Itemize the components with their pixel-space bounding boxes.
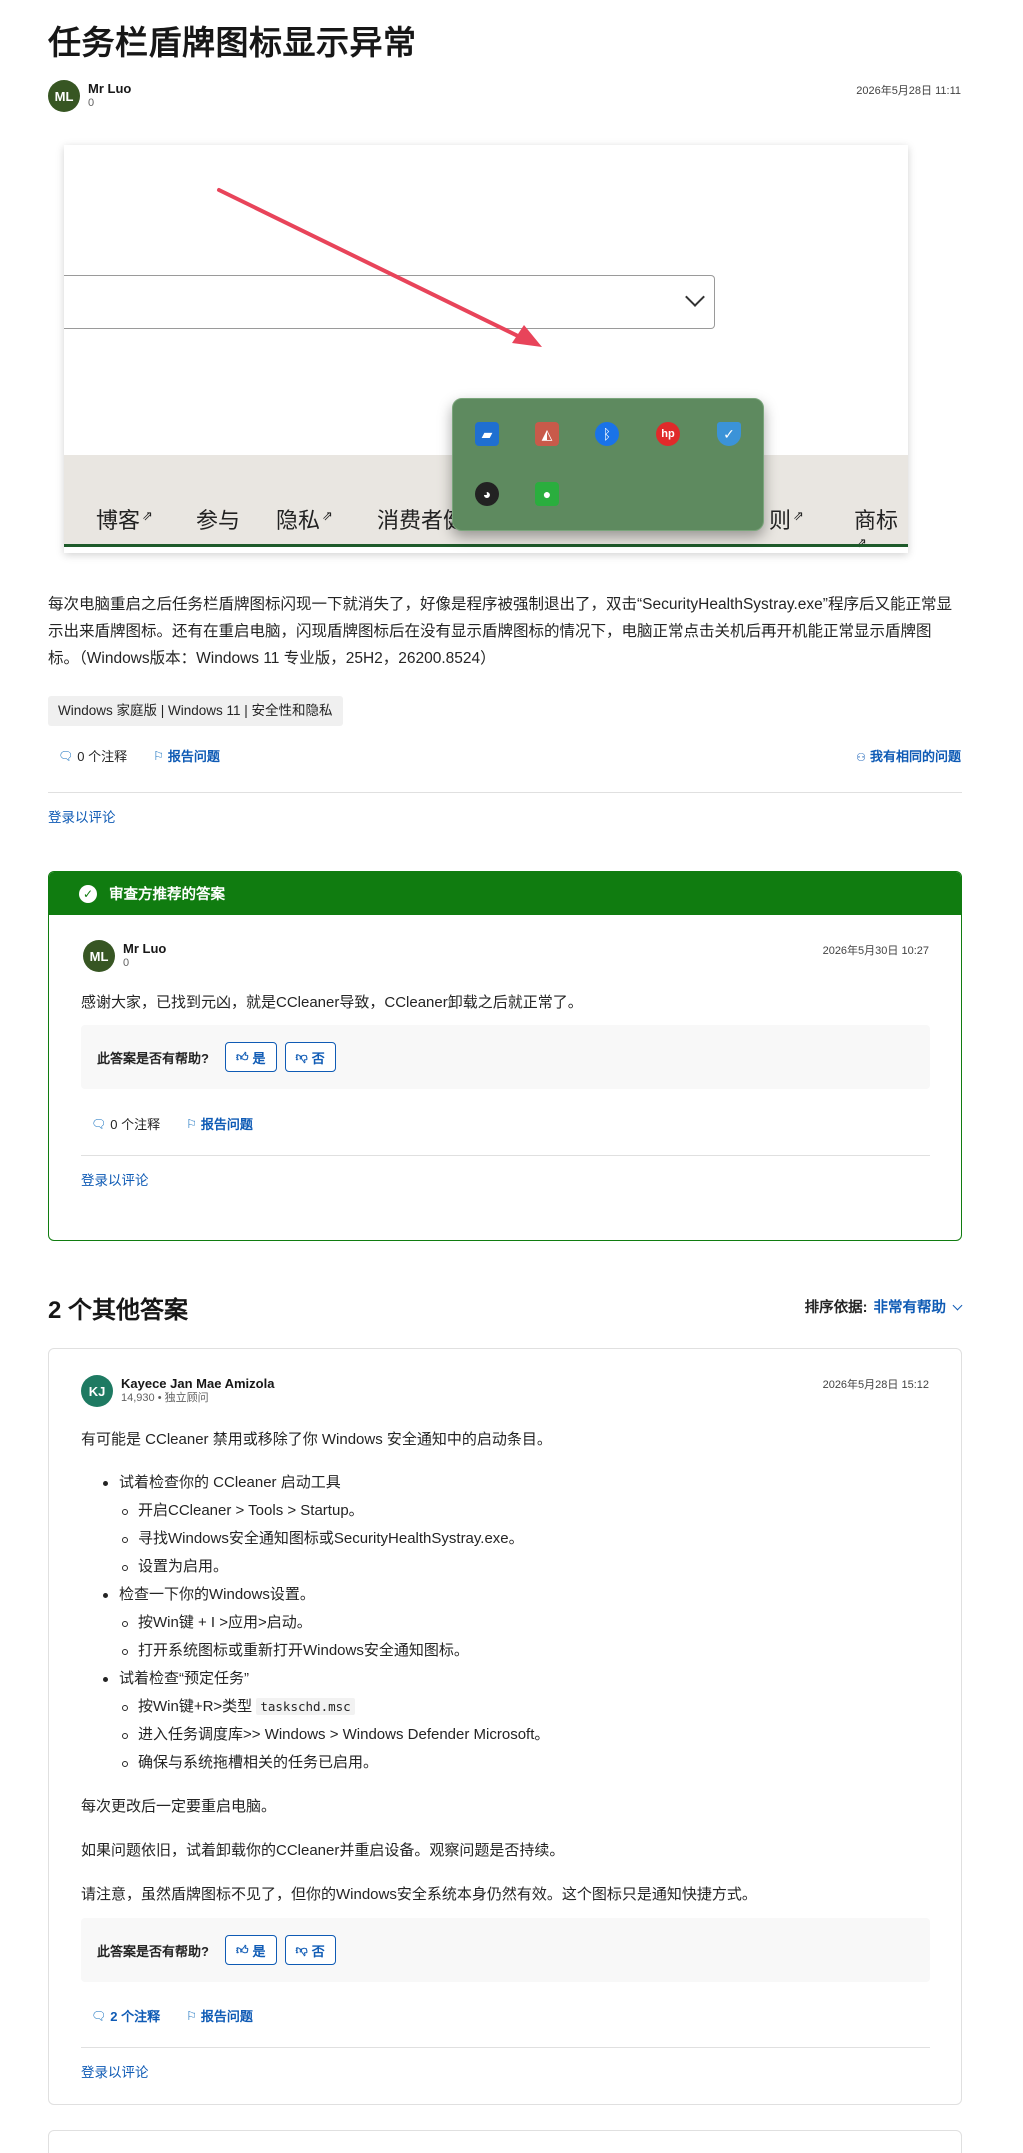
no-button[interactable]: 👎︎ 否 — [284, 1935, 336, 1965]
answer-card — [48, 2130, 962, 2153]
accepted-header: ✓ 审查方推荐的答案 — [49, 872, 961, 915]
comment-icon: 🗨 — [58, 748, 74, 763]
page-title: 任务栏盾牌图标显示异常 — [48, 24, 417, 61]
code-snippet: taskschd.msc — [256, 1698, 355, 1715]
no-button[interactable]: 👎︎ 否 — [284, 1042, 336, 1072]
answer-author: KJ Kayece Jan Mae Amizola 14,930 • 独立顾问 — [81, 1375, 274, 1407]
list-item: 确保与系统拖槽相关的任务已启用。 — [121, 1752, 378, 1774]
list-item: 开启CCleaner > Tools > Startup。 — [122, 1500, 364, 1522]
divider — [81, 1155, 930, 1156]
answer-actions: 🗨 0 个注释 ⚐ 报告问题 — [91, 1114, 279, 1133]
divider — [48, 792, 962, 793]
question-actions: 🗨 0 个注释 ⚐ 报告问题 — [58, 746, 246, 765]
list-item: 进入任务调度库>> Windows > Windows Defender Mic… — [121, 1724, 549, 1746]
sort-dropdown[interactable]: 排序依据: 非常有帮助 — [805, 1296, 963, 1317]
thumbs-down-icon: 👎︎ — [295, 1942, 308, 1957]
comments-button[interactable]: 🗨 2 个注释 — [91, 2006, 160, 2025]
author-reputation: 0 — [88, 97, 95, 109]
divider — [81, 2047, 930, 2048]
other-answers-title: 2 个其他答案 — [48, 1297, 189, 1324]
report-button[interactable]: ⚐ 报告问题 — [186, 2006, 253, 2025]
avatar[interactable]: ML — [83, 940, 115, 972]
question-tag[interactable]: Windows 家庭版 | Windows 11 | 安全性和隐私 — [48, 696, 343, 726]
list-item: 检查一下你的Windows设置。 — [103, 1584, 315, 1606]
comments-button[interactable]: 🗨 0 个注释 — [91, 1114, 160, 1133]
avatar[interactable]: ML — [48, 80, 80, 112]
helpful-question: 此答案是否有帮助? — [97, 1943, 209, 1959]
thumbs-down-icon: 👎︎ — [295, 1049, 308, 1064]
report-button[interactable]: ⚐ 报告问题 — [186, 1114, 253, 1133]
answer-paragraph: 每次更改后一定要重启电脑。 — [81, 1798, 277, 1815]
signin-link[interactable]: 登录以评论 — [48, 806, 116, 826]
answer-body: 感谢大家，已找到元凶，就是CCleaner导致，CCleaner卸载之后就正常了… — [81, 994, 583, 1011]
author-reputation: 0 — [123, 957, 130, 969]
helpful-panel: 此答案是否有帮助? 👍︎ 是 👎︎ 否 — [81, 1025, 930, 1089]
check-icon: ✓ — [79, 884, 97, 903]
answer-actions: 🗨 2 个注释 ⚐ 报告问题 — [91, 2006, 279, 2025]
signin-link[interactable]: 登录以评论 — [81, 2061, 149, 2081]
chevron-down-icon — [952, 1300, 963, 1311]
question-date: 2026年5月28日 11:11 — [856, 85, 961, 97]
signin-link[interactable]: 登录以评论 — [81, 1169, 149, 1189]
list-item: 按Win键+R>类型 taskschd.msc — [122, 1696, 355, 1718]
flag-icon: ⚐ — [186, 1116, 197, 1131]
question-author: ML Mr Luo 0 — [48, 80, 131, 112]
report-button[interactable]: ⚐ 报告问题 — [153, 746, 220, 765]
yes-button[interactable]: 👍︎ 是 — [224, 1935, 277, 1965]
comment-icon: 🗨 — [91, 1116, 107, 1131]
comments-button[interactable]: 🗨 0 个注释 — [58, 746, 127, 765]
thumbs-up-icon: 👍︎ — [235, 1049, 249, 1064]
answer-author: ML Mr Luo 0 — [83, 940, 166, 972]
author-name[interactable]: Mr Luo — [88, 81, 131, 96]
accepted-answer: ✓ 审查方推荐的答案 ML Mr Luo 0 2026年5月30日 10:27 感… — [48, 871, 962, 1241]
helpful-question: 此答案是否有帮助? — [97, 1050, 209, 1066]
same-question-button[interactable]: ⚇ 我有相同的问题 — [856, 746, 961, 765]
list-item: 打开系统图标或重新打开Windows安全通知图标。 — [122, 1640, 469, 1662]
answer-card: KJ Kayece Jan Mae Amizola 14,930 • 独立顾问 … — [48, 1348, 962, 2105]
answer-paragraph: 请注意，虽然盾牌图标不见了，但你的Windows安全系统本身仍然有效。这个图标只… — [81, 1886, 757, 1903]
avatar[interactable]: KJ — [81, 1375, 113, 1407]
list-item: 寻找Windows安全通知图标或SecurityHealthSystray.ex… — [122, 1528, 524, 1550]
helpful-panel: 此答案是否有帮助? 👍︎ 是 👎︎ 否 — [81, 1918, 930, 1982]
author-name[interactable]: Mr Luo — [123, 941, 166, 956]
question-body: 每次电脑重启之后任务栏盾牌图标闪现一下就消失了，好像是程序被强制退出了，双击“S… — [48, 596, 952, 667]
list-item: 按Win键 + I >应用>启动。 — [122, 1612, 312, 1634]
thumbs-up-icon: 👍︎ — [235, 1942, 249, 1957]
page: 任务栏盾牌图标显示异常 ML Mr Luo 0 2026年5月28日 11:11… — [0, 0, 1023, 2153]
answer-date: 2026年5月30日 10:27 — [822, 945, 929, 957]
question-screenshot: 博客 ⇗ 参与 隐私 ⇗ 消费者健 则 ⇗ 商标⇗ ▰ ◭ ᛒ hp ✓ ◕ ● — [64, 145, 908, 553]
annotation-arrow — [217, 188, 542, 347]
people-icon: ⚇ — [856, 752, 866, 764]
list-item: 试着检查“预定任务” — [103, 1668, 249, 1690]
list-item: 试着检查你的 CCleaner 启动工具 — [103, 1472, 341, 1494]
author-reputation: 14,930 • 独立顾问 — [121, 1392, 209, 1404]
answer-paragraph: 如果问题依旧，试着卸载你的CCleaner并重启设备。观察问题是否持续。 — [81, 1842, 565, 1859]
author-name[interactable]: Kayece Jan Mae Amizola — [121, 1376, 274, 1391]
flag-icon: ⚐ — [186, 2008, 197, 2023]
comment-icon: 🗨 — [91, 2008, 107, 2023]
answer-date: 2026年5月28日 15:12 — [822, 1379, 929, 1391]
list-item: 设置为启用。 — [121, 1556, 228, 1578]
answer-intro: 有可能是 CCleaner 禁用或移除了你 Windows 安全通知中的启动条目… — [81, 1431, 552, 1448]
yes-button[interactable]: 👍︎ 是 — [224, 1042, 277, 1072]
flag-icon: ⚐ — [153, 748, 164, 763]
